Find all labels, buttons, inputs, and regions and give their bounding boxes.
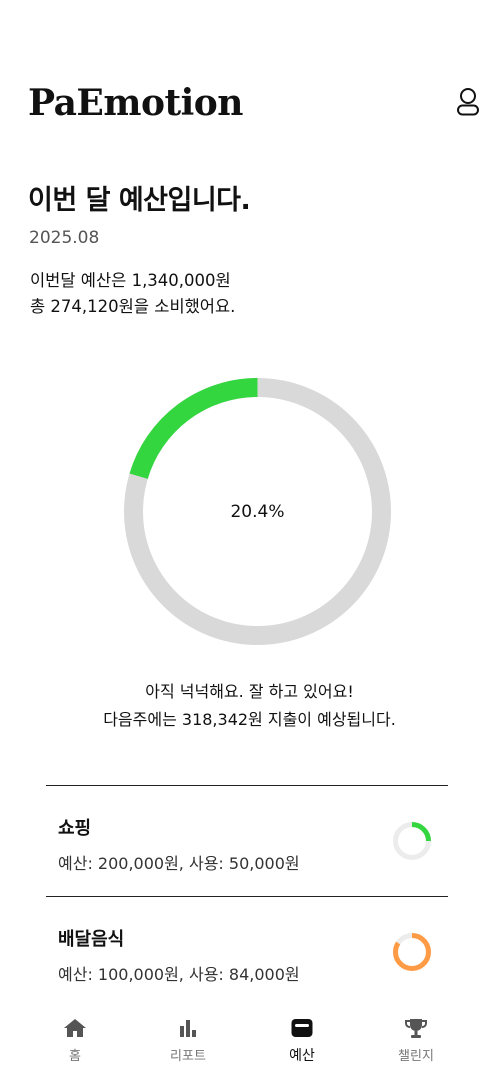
bottom-tab-bar: 홈 리포트 예산 챌린지 <box>0 1007 499 1081</box>
category-card-shopping[interactable]: 쇼핑 예산: 200,000원, 사용: 50,000원 <box>46 785 448 897</box>
forecast-message: 다음주에는 318,342원 지출이 예상됩니다. <box>103 710 396 729</box>
spent-total-text: 총 274,120원을 소비했어요. <box>30 297 236 316</box>
tab-home[interactable]: 홈 <box>13 1007 137 1081</box>
category-detail: 예산: 100,000원, 사용: 84,000원 <box>58 965 300 984</box>
donut-percent-label: 20.4% <box>230 501 285 522</box>
tab-label: 리포트 <box>170 1049 206 1064</box>
category-usage-ring <box>393 822 431 860</box>
user-icon <box>457 88 479 116</box>
status-message-line1: 아직 넉넉해요. 잘 하고 있어요! <box>145 682 354 701</box>
category-usage-ring <box>393 933 431 971</box>
home-icon <box>64 1019 86 1037</box>
tab-challenge[interactable]: 챌린지 <box>354 1007 478 1081</box>
page-title: 이번 달 예산입니다. <box>28 185 251 216</box>
app-logo: PaEmotion <box>28 82 243 124</box>
tab-label: 예산 <box>289 1048 315 1064</box>
bar-chart-icon <box>180 1020 196 1037</box>
category-name: 배달음식 <box>58 929 125 950</box>
tab-budget[interactable]: 예산 <box>240 1007 364 1081</box>
budget-summary: 이번달 예산은 1,340,000원 총 274,120원을 소비했어요. <box>30 268 235 320</box>
profile-button[interactable] <box>452 86 484 120</box>
trophy-icon <box>405 1019 427 1038</box>
wallet-icon <box>291 1019 313 1037</box>
budget-period: 2025.08 <box>29 228 100 248</box>
category-name: 쇼핑 <box>58 818 92 839</box>
status-message: 아직 넉넉해요. 잘 하고 있어요! 다음주에는 318,342원 지출이 예상… <box>0 678 499 734</box>
category-card-delivery-food[interactable]: 배달음식 예산: 100,000원, 사용: 84,000원 <box>46 896 448 1008</box>
tab-label: 챌린지 <box>398 1049 434 1064</box>
category-detail: 예산: 200,000원, 사용: 50,000원 <box>58 854 300 873</box>
budget-usage-donut: 20.4% <box>121 375 394 648</box>
budget-total-text: 이번달 예산은 1,340,000원 <box>30 271 231 290</box>
tab-label: 홈 <box>69 1049 81 1064</box>
tab-report[interactable]: 리포트 <box>126 1007 250 1081</box>
